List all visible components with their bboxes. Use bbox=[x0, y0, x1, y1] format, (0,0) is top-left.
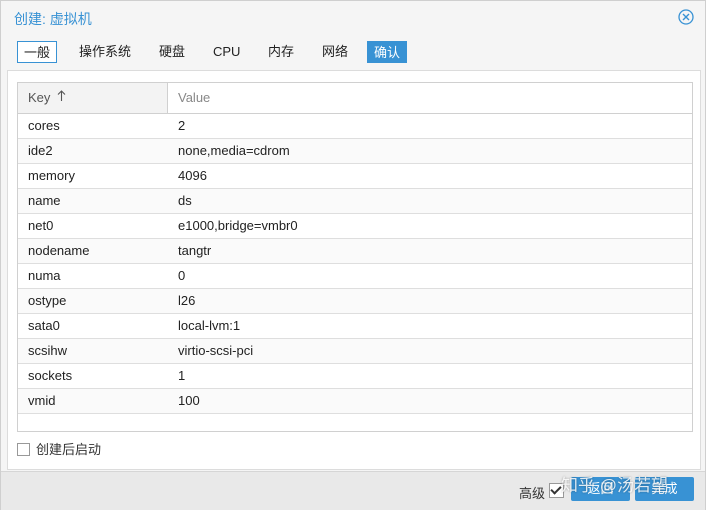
tab-cpu[interactable]: CPU bbox=[207, 41, 246, 63]
row-value: e1000,bridge=vmbr0 bbox=[178, 218, 298, 233]
tab-network[interactable]: 网络 bbox=[316, 41, 354, 63]
row-value: local-lvm:1 bbox=[178, 318, 241, 333]
dialog-title: 创建: 虚拟机 bbox=[14, 11, 92, 27]
create-vm-dialog: 创建: 虚拟机 一般 操作系统 硬盘 CPU 内存 网络 确认 Key Valu… bbox=[0, 0, 706, 510]
row-key: sockets bbox=[28, 368, 73, 383]
table-row[interactable]: ide2 none,media=cdrom bbox=[18, 139, 692, 164]
tab-bar: 一般 操作系统 硬盘 CPU 内存 网络 确认 bbox=[1, 41, 705, 65]
row-key: ide2 bbox=[28, 143, 53, 158]
row-key: sata0 bbox=[28, 318, 60, 333]
advanced-label: 高级 bbox=[519, 486, 546, 501]
row-value: l26 bbox=[178, 293, 196, 308]
table-row[interactable]: numa 0 bbox=[18, 264, 692, 289]
table-row[interactable]: ostype l26 bbox=[18, 289, 692, 314]
grid-body: cores 2 ide2 none,media=cdrom memory 4096 name… bbox=[18, 114, 692, 414]
table-row[interactable]: net0 e1000,bridge=vmbr0 bbox=[18, 214, 692, 239]
confirm-panel: Key Value cores 2 ide2 none,media=cdrom memo… bbox=[7, 70, 701, 470]
start-after-create-label: 创建后启动 bbox=[36, 442, 102, 457]
table-row[interactable]: cores 2 bbox=[18, 114, 692, 139]
finish-button[interactable]: 完成 bbox=[635, 477, 694, 501]
row-key: numa bbox=[28, 268, 61, 283]
row-value: 4096 bbox=[178, 168, 207, 183]
column-header-key[interactable]: Key bbox=[18, 83, 168, 113]
row-value: 0 bbox=[178, 268, 186, 283]
grid-header: Key Value bbox=[18, 83, 692, 114]
row-value: 1 bbox=[178, 368, 186, 383]
checkbox-icon bbox=[17, 443, 30, 457]
row-key: nodename bbox=[28, 243, 90, 258]
row-value: 2 bbox=[178, 118, 186, 133]
table-row[interactable]: name ds bbox=[18, 189, 692, 214]
table-row[interactable]: vmid 100 bbox=[18, 389, 692, 414]
table-row[interactable]: scsihw virtio-scsi-pci bbox=[18, 339, 692, 364]
row-key: memory bbox=[28, 168, 75, 183]
column-header-value[interactable]: Value bbox=[168, 83, 692, 113]
row-key: name bbox=[28, 193, 61, 208]
row-value: virtio-scsi-pci bbox=[178, 343, 254, 358]
table-row[interactable]: sockets 1 bbox=[18, 364, 692, 389]
row-key: ostype bbox=[28, 293, 67, 308]
tab-os[interactable]: 操作系统 bbox=[73, 41, 137, 63]
row-value: none,media=cdrom bbox=[178, 143, 290, 158]
row-key: scsihw bbox=[28, 343, 68, 358]
row-value: ds bbox=[178, 193, 192, 208]
row-key: net0 bbox=[28, 218, 54, 233]
tab-general[interactable]: 一般 bbox=[17, 41, 58, 63]
row-key: vmid bbox=[28, 393, 56, 408]
table-row[interactable]: memory 4096 bbox=[18, 164, 692, 189]
table-row[interactable]: sata0 local-lvm:1 bbox=[18, 314, 692, 339]
close-icon[interactable] bbox=[678, 9, 694, 25]
tab-memory[interactable]: 内存 bbox=[262, 41, 300, 63]
back-button[interactable]: 返回 bbox=[571, 477, 630, 501]
arrow-up-icon bbox=[53, 90, 66, 105]
row-value: 100 bbox=[178, 393, 200, 408]
dialog-titlebar: 创建: 虚拟机 bbox=[1, 1, 705, 33]
tab-confirm[interactable]: 确认 bbox=[367, 41, 408, 63]
dialog-footer: 高级 返回 完成 bbox=[1, 471, 705, 510]
settings-grid: Key Value cores 2 ide2 none,media=cdrom memo… bbox=[17, 82, 693, 432]
tab-disk[interactable]: 硬盘 bbox=[153, 41, 191, 63]
table-row[interactable]: nodename tangtr bbox=[18, 239, 692, 264]
advanced-checkbox[interactable] bbox=[549, 483, 564, 498]
row-key: cores bbox=[28, 118, 60, 133]
start-after-create-checkbox[interactable]: 创建后启动 bbox=[17, 442, 101, 458]
row-value: tangtr bbox=[178, 243, 212, 258]
column-header-key-label: Key bbox=[28, 90, 51, 105]
